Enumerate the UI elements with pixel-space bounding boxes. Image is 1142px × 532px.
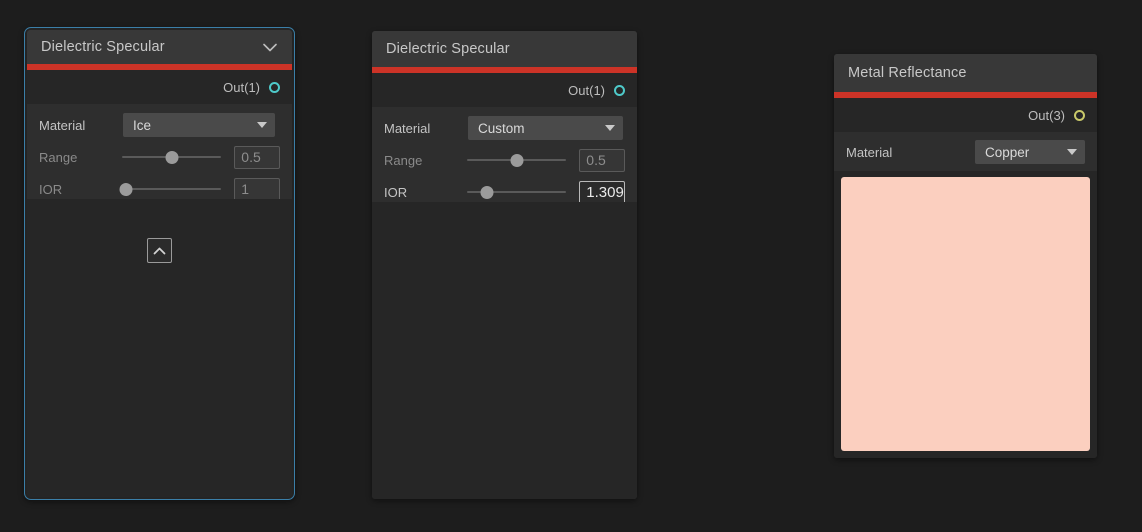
chevron-down-icon: [1067, 149, 1077, 155]
node-inner: Dielectric Specular Out(1) Material Cust…: [372, 31, 637, 499]
material-dropdown-value: Copper: [985, 144, 1030, 160]
ior-value-field[interactable]: 1: [234, 177, 280, 201]
output-port-label: Out(3): [1028, 107, 1065, 123]
node-header[interactable]: Metal Reflectance: [834, 54, 1097, 92]
node-title: Metal Reflectance: [848, 65, 967, 81]
chevron-down-icon: [605, 125, 615, 131]
reflectance-color-swatch[interactable]: [841, 177, 1090, 451]
output-port-row[interactable]: Out(1): [27, 70, 292, 104]
node-body-filler: [372, 202, 637, 499]
range-slider-thumb[interactable]: [510, 153, 524, 167]
node-title: Dielectric Specular: [386, 41, 510, 57]
collapse-node-button[interactable]: [147, 238, 172, 263]
range-value-field[interactable]: 0.5: [579, 148, 625, 172]
chevron-down-icon: [257, 122, 267, 128]
output-port-label: Out(1): [568, 82, 605, 98]
output-port-dot[interactable]: [1074, 109, 1085, 121]
output-port-row[interactable]: Out(1): [372, 73, 637, 107]
node-metal-reflectance[interactable]: Metal Reflectance Out(3) Material Copper: [834, 54, 1097, 458]
ior-slider[interactable]: [119, 179, 222, 199]
range-label: Range: [39, 149, 78, 165]
material-dropdown-value: Ice: [133, 117, 152, 133]
range-slider[interactable]: [467, 150, 567, 170]
ior-slider-track: [122, 188, 222, 190]
range-slider[interactable]: [122, 147, 222, 167]
material-dropdown[interactable]: Copper: [975, 140, 1085, 164]
ior-slider[interactable]: [467, 182, 567, 202]
material-label: Material: [39, 117, 86, 133]
node-graph-canvas: Dielectric Specular Out(1) Material Ice: [0, 0, 1142, 532]
output-port-row[interactable]: Out(3): [834, 98, 1097, 132]
ior-label: IOR: [384, 184, 408, 200]
ior-value-text: 1.309: [586, 183, 624, 201]
range-value-text: 0.5: [586, 152, 606, 168]
range-value-field[interactable]: 0.5: [234, 145, 280, 169]
param-row-material: Material Copper: [846, 139, 1085, 165]
param-row-range: Range 0.5: [384, 147, 625, 173]
material-label: Material: [384, 120, 431, 136]
node-parameters: Material Ice Range 0.5 IOR 1: [27, 104, 292, 201]
node-header[interactable]: Dielectric Specular: [372, 31, 637, 67]
param-row-range: Range 0.5: [39, 144, 280, 170]
ior-value-field[interactable]: 1.309: [579, 180, 625, 204]
material-dropdown[interactable]: Ice: [123, 113, 275, 137]
node-parameters: Material Copper: [834, 132, 1097, 171]
node-title: Dielectric Specular: [41, 39, 165, 55]
node-inner: Dielectric Specular Out(1) Material Ice: [27, 30, 292, 497]
range-slider-thumb[interactable]: [165, 150, 179, 164]
ior-label: IOR: [39, 181, 63, 197]
ior-slider-thumb[interactable]: [480, 185, 494, 199]
ior-value-text: 1: [241, 181, 250, 197]
param-row-material: Material Ice: [39, 112, 280, 138]
node-parameters: Material Custom Range 0.5 IOR 1.309: [372, 107, 637, 204]
output-port-dot[interactable]: [269, 81, 280, 93]
material-dropdown[interactable]: Custom: [468, 116, 623, 140]
material-label: Material: [846, 144, 893, 160]
range-value-text: 0.5: [241, 149, 261, 165]
output-port-label: Out(1): [223, 79, 260, 95]
ior-slider-thumb[interactable]: [119, 182, 133, 196]
param-row-material: Material Custom: [384, 115, 625, 141]
node-inner: Metal Reflectance Out(3) Material Copper: [834, 54, 1097, 458]
node-dielectric-specular-selected[interactable]: Dielectric Specular Out(1) Material Ice: [24, 27, 295, 500]
node-dielectric-specular-custom[interactable]: Dielectric Specular Out(1) Material Cust…: [372, 31, 637, 499]
chevron-down-icon[interactable]: [262, 39, 278, 55]
range-label: Range: [384, 152, 423, 168]
material-dropdown-value: Custom: [478, 120, 525, 136]
output-port-dot[interactable]: [614, 84, 625, 96]
reflectance-preview-wrap: [834, 171, 1097, 458]
chevron-up-icon: [153, 247, 166, 254]
node-header[interactable]: Dielectric Specular: [27, 30, 292, 64]
